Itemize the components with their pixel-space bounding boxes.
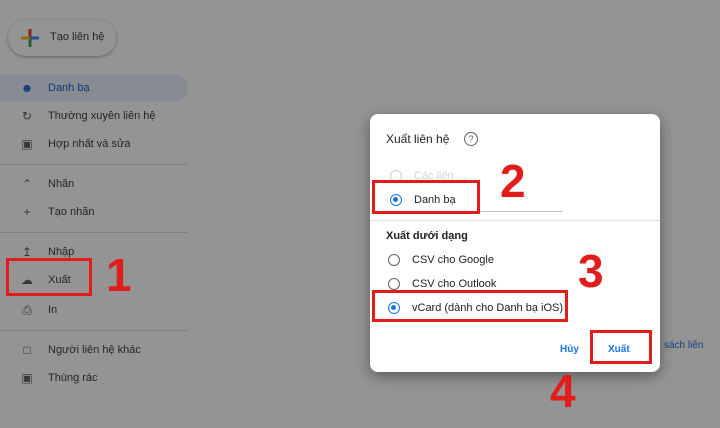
annotation-box-vcard	[372, 290, 568, 322]
contacts-select-underline	[478, 211, 562, 212]
annotation-number-2: 2	[500, 155, 526, 207]
format-csv-outlook-label: CSV cho Outlook	[412, 278, 497, 290]
annotation-number-4: 4	[550, 365, 576, 417]
dialog-title: Xuất liên hệ	[386, 132, 450, 146]
annotation-box-contacts	[372, 180, 480, 214]
annotation-number-3: 3	[578, 245, 604, 297]
annotation-number-1: 1	[106, 249, 132, 301]
annotation-box-export	[6, 258, 92, 296]
radio-csv-google[interactable]	[388, 254, 400, 266]
radio-csv-outlook[interactable]	[388, 278, 400, 290]
format-section-title: Xuất dưới dạng	[386, 230, 468, 242]
annotation-box-export-button	[590, 330, 652, 364]
dialog-separator	[370, 220, 660, 221]
format-csv-google-label: CSV cho Google	[412, 254, 494, 266]
help-icon[interactable]: ?	[464, 132, 478, 146]
cancel-button[interactable]: Hủy	[560, 344, 579, 355]
